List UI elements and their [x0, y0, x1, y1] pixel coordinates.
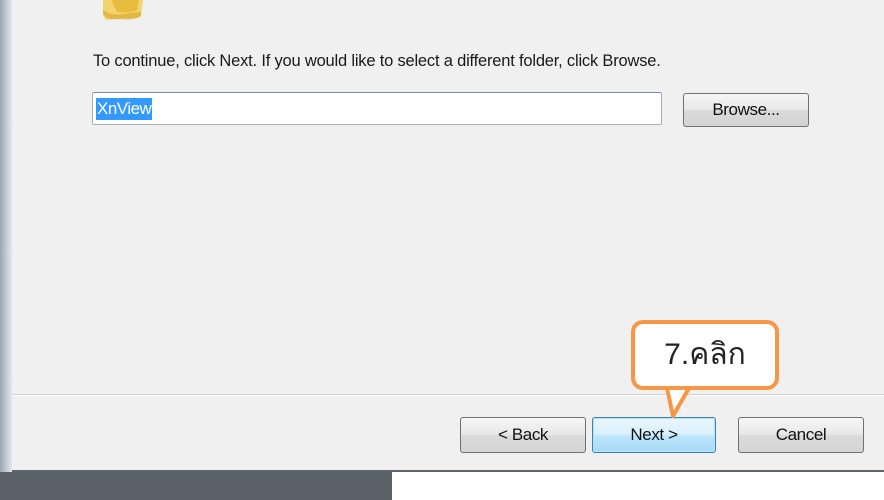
next-button[interactable]: Next >	[592, 417, 716, 453]
instruction-text: To continue, click Next. If you would li…	[93, 52, 661, 70]
selected-folder-text: XnView	[96, 98, 153, 120]
window-frame: To continue, click Next. If you would li…	[0, 0, 884, 500]
setup-dialog: To continue, click Next. If you would li…	[12, 0, 884, 472]
browse-button[interactable]: Browse...	[683, 93, 809, 127]
footer-divider	[12, 394, 884, 396]
back-button[interactable]: < Back	[460, 417, 586, 453]
callout-pointer	[647, 387, 703, 418]
cancel-button[interactable]: Cancel	[738, 417, 864, 453]
folder-icon	[103, 0, 143, 20]
callout-label: 7.คลิก	[664, 338, 746, 371]
destination-folder-input[interactable]: XnView	[92, 92, 662, 125]
background-area	[392, 472, 884, 500]
step-callout: 7.คลิก	[631, 320, 779, 390]
